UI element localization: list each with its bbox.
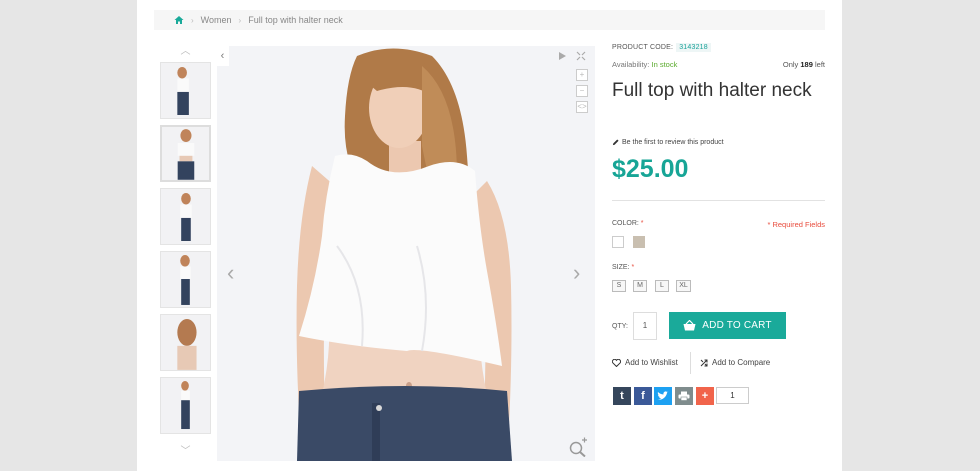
add-to-compare-button[interactable]: Add to Compare	[700, 358, 770, 367]
model-photo	[217, 46, 595, 461]
availability-label: Availability:	[612, 60, 650, 69]
main-product-image[interactable]	[217, 46, 595, 461]
stock-status: In stock	[651, 60, 678, 69]
twitter-icon[interactable]	[654, 387, 672, 405]
size-option-l[interactable]: L	[655, 280, 669, 292]
basket-icon	[683, 320, 696, 331]
required-fields-note: * Required Fields	[767, 220, 825, 229]
next-image-button[interactable]: ›	[573, 262, 580, 284]
chevron-up-icon[interactable]: ︿	[158, 46, 213, 58]
collapse-tab-icon[interactable]: ‹	[216, 46, 229, 66]
only-suffix: left	[814, 60, 825, 69]
compare-label: Add to Compare	[712, 358, 771, 367]
size-option-xl[interactable]: XL	[676, 280, 691, 292]
qty-input[interactable]: 1	[633, 312, 657, 340]
color-swatch-beige[interactable]	[633, 236, 645, 248]
availability: Availability: In stock	[612, 60, 677, 69]
thumbnail-6[interactable]	[160, 377, 211, 434]
color-swatch-white[interactable]	[612, 236, 624, 248]
thumbnail-2[interactable]	[160, 125, 211, 182]
fullscreen-icon[interactable]	[576, 51, 586, 61]
size-label: SIZE: *	[612, 264, 634, 271]
thumbnail-gallery: ︿ ﹀	[158, 46, 213, 461]
only-prefix: Only	[782, 60, 799, 69]
zoom-icon[interactable]	[568, 437, 588, 457]
review-link[interactable]: Be the first to review this product	[612, 139, 724, 146]
chevron-right-icon: ›	[238, 15, 242, 25]
thumbnail-1[interactable]	[160, 62, 211, 119]
review-link-text[interactable]: Be the first to review this product	[622, 139, 724, 146]
breadcrumb-women[interactable]: Women	[201, 15, 232, 25]
product-code: PRODUCT CODE: 3143218	[612, 43, 711, 52]
thumbnail-3[interactable]	[160, 188, 211, 245]
prev-image-button[interactable]: ‹	[227, 262, 234, 284]
thumbnail-5[interactable]	[160, 314, 211, 371]
product-page: › Women › Full top with halter neck ︿ ﹀	[137, 0, 842, 471]
chevron-right-icon: ›	[191, 15, 194, 25]
required-star: *	[631, 264, 635, 271]
divider	[690, 352, 691, 374]
facebook-icon[interactable]: f	[634, 387, 652, 405]
zoom-reset-button[interactable]: <>	[576, 101, 588, 113]
share-count: 1	[716, 387, 749, 404]
stock-quantity: 189	[800, 60, 813, 69]
print-icon[interactable]	[675, 387, 693, 405]
breadcrumb-current: Full top with halter neck	[248, 15, 343, 25]
breadcrumb: › Women › Full top with halter neck	[154, 10, 825, 30]
wishlist-label: Add to Wishlist	[625, 358, 678, 367]
size-label-text: SIZE:	[612, 264, 630, 271]
add-to-cart-button[interactable]: ADD TO CART	[669, 312, 786, 339]
tumblr-icon[interactable]: t	[613, 387, 631, 405]
thumbnail-4[interactable]	[160, 251, 211, 308]
product-code-label: PRODUCT CODE:	[612, 44, 674, 51]
pencil-icon	[612, 139, 619, 146]
required-star: *	[640, 220, 644, 227]
product-price: $25.00	[612, 155, 689, 183]
home-icon[interactable]	[174, 15, 184, 25]
stock-count: Only 189 left	[783, 60, 825, 69]
chevron-down-icon[interactable]: ﹀	[158, 446, 213, 458]
add-to-wishlist-button[interactable]: Add to Wishlist	[612, 358, 678, 367]
addthis-icon[interactable]: +	[696, 387, 714, 405]
qty-label: QTY:	[612, 323, 628, 330]
zoom-out-button[interactable]: −	[576, 85, 588, 97]
zoom-in-button[interactable]: +	[576, 69, 588, 81]
compare-icon	[700, 359, 708, 366]
size-option-m[interactable]: M	[633, 280, 647, 292]
play-icon[interactable]	[557, 51, 567, 61]
size-option-s[interactable]: S	[612, 280, 626, 292]
product-code-value: 3143218	[676, 43, 711, 52]
divider	[612, 200, 825, 201]
add-to-cart-label: ADD TO CART	[702, 320, 772, 331]
color-label: COLOR: *	[612, 220, 644, 227]
product-title: Full top with halter neck	[612, 80, 812, 101]
color-label-text: COLOR:	[612, 220, 639, 227]
heart-icon	[612, 358, 621, 367]
